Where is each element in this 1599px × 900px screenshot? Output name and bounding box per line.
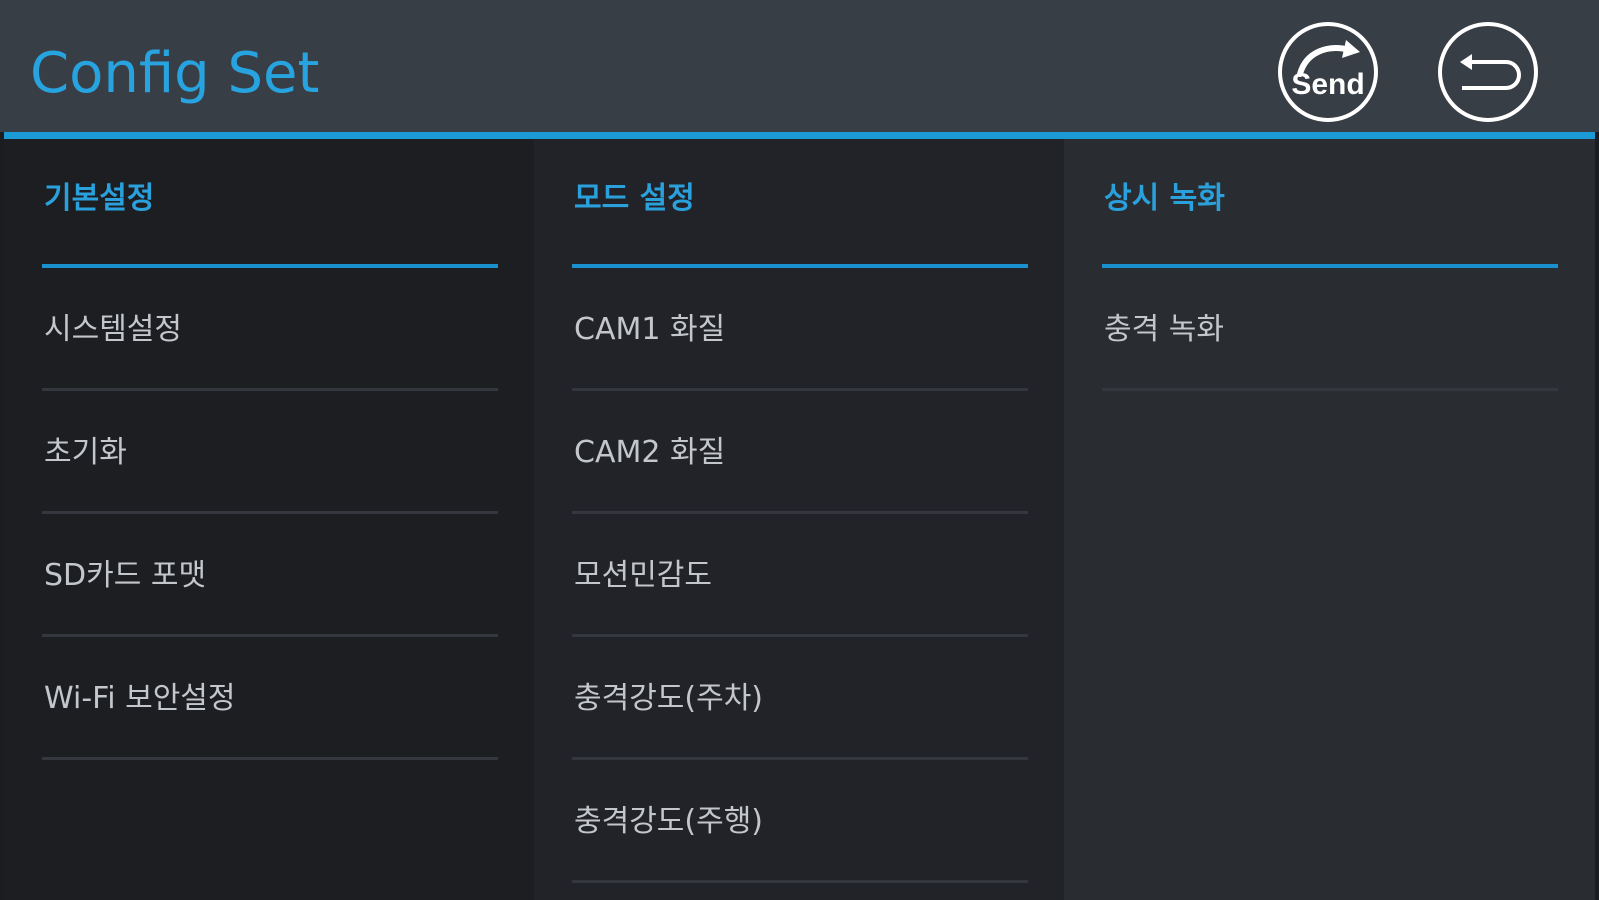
- back-button[interactable]: [1436, 20, 1540, 124]
- menu-item-label: 초기화: [44, 435, 127, 470]
- divider: [42, 757, 498, 760]
- menu-item-impact-recording[interactable]: 충격 녹화: [1064, 268, 1595, 391]
- menu-item-impact-parking[interactable]: 충격강도(주차): [534, 637, 1064, 760]
- menu-item-wifi-security[interactable]: Wi-Fi 보안설정: [4, 637, 534, 760]
- return-arrow-icon: [1438, 22, 1538, 122]
- send-button-label: Send: [1291, 68, 1364, 101]
- settings-columns: 기본설정 시스템설정 초기화 SD카드 포맷 Wi-Fi 보안설정 모드 설정: [0, 139, 1599, 900]
- send-arrow-icon: Send: [1278, 22, 1378, 122]
- column-header: 상시 녹화: [1104, 181, 1225, 216]
- column-basic-settings: 기본설정 시스템설정 초기화 SD카드 포맷 Wi-Fi 보안설정: [4, 139, 534, 900]
- header-bar: Config Set Send: [0, 0, 1599, 132]
- column-mode-settings: 모드 설정 CAM1 화질 CAM2 화질 모션민감도 충격강도(주차) 충격강…: [534, 139, 1064, 900]
- menu-item-impact-driving[interactable]: 충격강도(주행): [534, 760, 1064, 883]
- menu-item-label: SD카드 포맷: [44, 558, 207, 593]
- menu-item-label: 시스템설정: [44, 312, 182, 347]
- header-accent-line: [4, 132, 1595, 139]
- divider: [572, 880, 1028, 883]
- column-continuous-recording: 상시 녹화 충격 녹화: [1064, 139, 1595, 900]
- divider: [1102, 388, 1558, 391]
- menu-item-label: 충격강도(주차): [574, 681, 764, 716]
- menu-item-cam1-quality[interactable]: CAM1 화질: [534, 268, 1064, 391]
- column-header: 모드 설정: [574, 181, 695, 216]
- menu-item-sd-format[interactable]: SD카드 포맷: [4, 514, 534, 637]
- menu-item-system-settings[interactable]: 시스템설정: [4, 268, 534, 391]
- menu-item-cam2-quality[interactable]: CAM2 화질: [534, 391, 1064, 514]
- menu-item-label: Wi-Fi 보안설정: [44, 681, 236, 716]
- menu-item-motion-sensitivity[interactable]: 모션민감도: [534, 514, 1064, 637]
- menu-item-label: 충격강도(주행): [574, 804, 764, 839]
- menu-item-label: 모션민감도: [574, 558, 712, 593]
- config-screen: Config Set Send 기본설정 시스템설정 초기화 SD카드 포맷 W…: [0, 0, 1599, 900]
- column-header: 기본설정: [44, 181, 155, 216]
- menu-item-label: CAM1 화질: [574, 312, 726, 347]
- menu-item-reset[interactable]: 초기화: [4, 391, 534, 514]
- menu-item-label: 충격 녹화: [1104, 312, 1224, 347]
- page-title: Config Set: [30, 41, 320, 106]
- send-button[interactable]: Send: [1276, 20, 1380, 124]
- menu-item-label: CAM2 화질: [574, 435, 726, 470]
